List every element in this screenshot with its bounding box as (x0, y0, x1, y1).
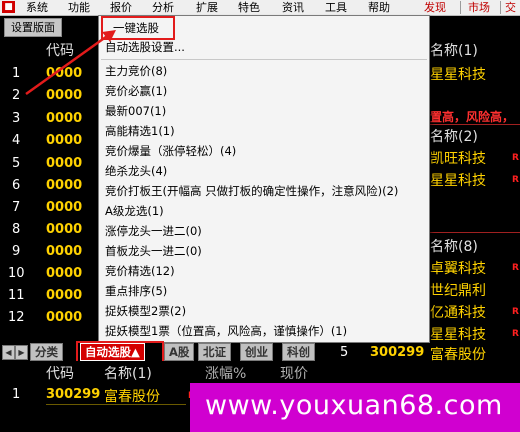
row-number: 10 (8, 266, 25, 281)
code-column-header[interactable]: 代码 (46, 363, 74, 383)
stock-name[interactable]: 世纪鼎利 (430, 280, 486, 300)
menu-feature[interactable]: 特色 (238, 0, 260, 15)
menu-separator (460, 1, 461, 14)
row-number: 8 (12, 222, 21, 237)
row-number: 5 (340, 345, 349, 360)
menu-item-strategy[interactable]: 竞价打板王(开幅高 只做打板的确定性操作，注意风险)(2) (105, 181, 398, 201)
tab-bse[interactable]: 北证 (198, 343, 231, 361)
row-underline (46, 404, 186, 405)
menu-item-strategy[interactable]: 捉妖模型1票（位置高，风险高，谨慎操作）(1) (105, 321, 347, 341)
menu-item-strategy[interactable]: 捉妖模型2票(2) (105, 301, 186, 321)
stock-code[interactable]: 0000 (46, 200, 82, 215)
tab-a-shares[interactable]: A股 (164, 343, 195, 361)
r-flag: R (512, 175, 519, 185)
watermark-text: www.youxuan68.com (205, 390, 503, 421)
menu-item-strategy[interactable]: 重点排序(5) (105, 281, 167, 301)
menu-item-strategy[interactable]: 高能精选1(1) (105, 121, 175, 141)
row-number: 9 (12, 244, 21, 259)
row-number: 11 (8, 288, 25, 303)
name-column-header[interactable]: 名称(1) (430, 40, 478, 60)
menu-quote[interactable]: 报价 (110, 0, 132, 15)
menu-function[interactable]: 功能 (68, 0, 90, 15)
stock-code[interactable]: 0000 (46, 266, 82, 281)
menu-market[interactable]: 市场 (468, 0, 490, 15)
stock-name[interactable]: 星星科技 (430, 64, 486, 84)
menu-help[interactable]: 帮助 (368, 0, 390, 15)
row-number: 12 (8, 310, 25, 325)
row-number: 6 (12, 178, 21, 193)
r-flag: R (512, 153, 519, 163)
stock-name[interactable]: 凯旺科技 (430, 148, 486, 168)
change-column-header[interactable]: 涨幅% (205, 363, 246, 383)
stock-code[interactable]: 0000 (46, 133, 82, 148)
name-column-header[interactable]: 名称(1) (104, 363, 152, 383)
menu-analysis[interactable]: 分析 (152, 0, 174, 15)
menu-system[interactable]: 系统 (26, 0, 48, 15)
name-column-header[interactable]: 名称(8) (430, 236, 478, 256)
scroll-left-icon[interactable]: ◀ (2, 345, 15, 360)
stock-name[interactable]: 星星科技 (430, 170, 486, 190)
menu-news[interactable]: 资讯 (282, 0, 304, 15)
stock-code[interactable]: 0000 (46, 288, 82, 303)
annotation-arrow-icon (25, 30, 116, 96)
stock-name[interactable]: 亿通科技 (430, 302, 486, 322)
menu-divider (101, 59, 427, 60)
menu-item-strategy[interactable]: 绝杀龙头(4) (105, 161, 167, 181)
stock-code[interactable]: 0000 (46, 310, 82, 325)
r-flag: R (512, 263, 519, 273)
group-divider (430, 232, 520, 233)
auto-stock-selection-menu: 一键选股 自动选股设置... 主力竞价(8) 竞价必赢(1) 最新007(1) … (98, 15, 430, 343)
row-number: 3 (12, 111, 21, 126)
name-column-header[interactable]: 名称(2) (430, 126, 478, 146)
menu-separator (500, 1, 501, 14)
stock-code[interactable]: 300299 (370, 345, 424, 360)
menu-item-strategy[interactable]: 首板龙头一进二(0) (105, 241, 202, 261)
menu-extend[interactable]: 扩展 (196, 0, 218, 15)
stock-code[interactable]: 0000 (46, 111, 82, 126)
tab-category[interactable]: 分类 (30, 343, 63, 361)
stock-code[interactable]: 0000 (46, 222, 82, 237)
highlight-box (76, 341, 164, 363)
stock-code[interactable]: 0000 (46, 244, 82, 259)
menu-item-strategy[interactable]: 最新007(1) (105, 101, 166, 121)
tab-chinext[interactable]: 创业 (240, 343, 273, 361)
menu-item-strategy[interactable]: A级龙选(1) (105, 201, 164, 221)
app-logo-icon[interactable]: ■ (2, 1, 15, 13)
scroll-right-icon[interactable]: ▶ (15, 345, 28, 360)
row-number: 1 (12, 387, 21, 402)
r-flag: R (512, 329, 519, 339)
stock-name[interactable]: 卓翼科技 (430, 258, 486, 278)
stock-name[interactable]: 星星科技 (430, 324, 486, 344)
menu-discover[interactable]: 发现 (424, 0, 446, 15)
menu-tools[interactable]: 工具 (325, 0, 347, 15)
tab-star-market[interactable]: 科创 (282, 343, 315, 361)
stock-code[interactable]: 300299 (46, 387, 100, 402)
row-number: 7 (12, 200, 21, 215)
stock-code[interactable]: 0000 (46, 156, 82, 171)
row-number: 4 (12, 133, 21, 148)
menu-trade[interactable]: 交易 (505, 0, 520, 29)
strategy-note: 置高，风险高， (430, 110, 515, 124)
r-flag: R (512, 307, 519, 317)
group-divider (430, 124, 520, 125)
stock-code[interactable]: 0000 (46, 178, 82, 193)
menu-item-strategy[interactable]: 涨停龙头一进二(0) (105, 221, 202, 241)
price-column-header[interactable]: 现价 (280, 363, 308, 383)
stock-name[interactable]: 富春股份 (104, 386, 160, 406)
menu-item-strategy[interactable]: 竞价精选(12) (105, 261, 175, 281)
menu-item-strategy[interactable]: 竞价爆量（涨停轻松）(4) (105, 141, 236, 161)
row-number: 5 (12, 156, 21, 171)
